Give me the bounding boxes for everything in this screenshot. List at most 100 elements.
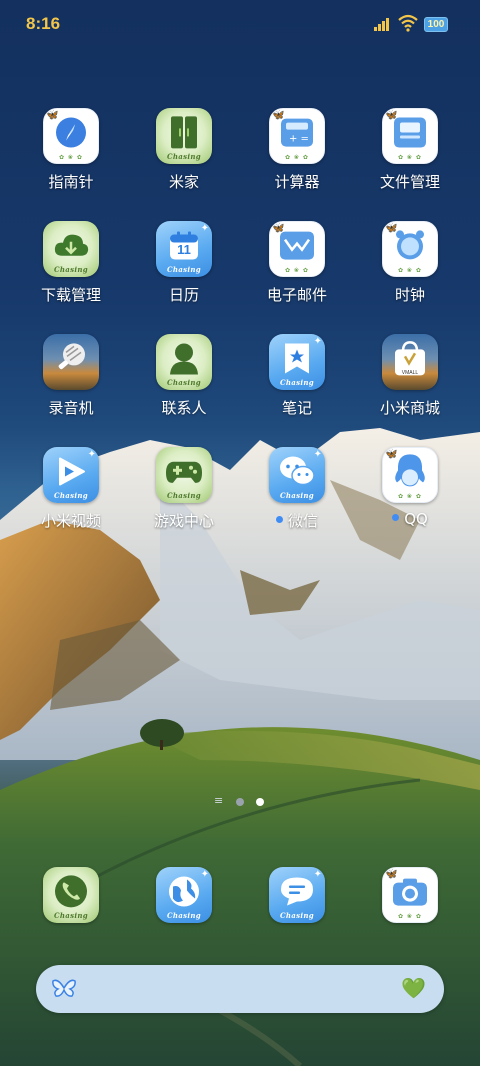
- gamepad-icon: [165, 459, 203, 489]
- chasing-watermark: Chasing: [167, 491, 201, 500]
- app-label-text: 米家: [168, 173, 199, 191]
- app-calendar[interactable]: ✦ 11 Chasing 日历: [129, 221, 239, 305]
- dock-camera[interactable]: 🦋 ✿ ❀ ✿: [355, 867, 465, 923]
- cellular-signal-icon: [374, 18, 389, 31]
- flower-decoration-icon: ✿ ❀ ✿: [398, 913, 422, 920]
- video-play-app-icon[interactable]: ✦ Chasing: [43, 447, 99, 503]
- app-label-text: 计算器: [274, 173, 320, 191]
- flower-decoration-icon: ✿ ❀ ✿: [59, 154, 83, 161]
- app-mijia[interactable]: Chasing 米家: [129, 108, 239, 192]
- app-label-text: 游戏中心: [153, 512, 214, 530]
- chasing-watermark: Chasing: [167, 378, 201, 387]
- app-calculator[interactable]: 🦋 ✿ ❀ ✿ + = 计算器: [242, 108, 352, 192]
- page-dot-1[interactable]: [236, 798, 244, 806]
- app-label: 游戏中心: [129, 510, 239, 531]
- sparkle-icon: ✦: [87, 449, 96, 460]
- app-notes[interactable]: ✦ Chasing 笔记: [242, 334, 352, 418]
- chasing-watermark: Chasing: [280, 911, 314, 920]
- app-label-text: 小米视频: [40, 512, 101, 530]
- notes-app-icon[interactable]: ✦ Chasing: [269, 334, 325, 390]
- app-label: 米家: [129, 171, 239, 192]
- browser-globe-icon: [167, 874, 201, 912]
- app-label: 指南针: [16, 171, 126, 192]
- app-file-manager[interactable]: 🦋 ✿ ❀ ✿ 文件管理: [355, 108, 465, 192]
- app-gamepad[interactable]: Chasing 游戏中心: [129, 447, 239, 531]
- calculator-app-icon[interactable]: 🦋 ✿ ❀ ✿ + =: [269, 108, 325, 164]
- app-alarm-clock[interactable]: 🦋 ✿ ❀ ✿ 时钟: [355, 221, 465, 305]
- app-label-text: 指南针: [48, 173, 94, 191]
- app-label: 计算器: [242, 171, 352, 192]
- search-bar[interactable]: 💚: [36, 965, 444, 1013]
- app-contact-person[interactable]: Chasing 联系人: [129, 334, 239, 418]
- email-app-icon[interactable]: 🦋 ✿ ❀ ✿: [269, 221, 325, 277]
- battery-indicator: 100: [424, 17, 448, 32]
- chasing-watermark: Chasing: [54, 491, 88, 500]
- camera-icon: [392, 877, 428, 911]
- wifi-icon: [398, 14, 418, 32]
- app-label-text: 微信: [287, 512, 318, 530]
- app-qq-penguin[interactable]: 🦋 ✿ ❀ ✿ QQ: [355, 447, 465, 528]
- sparkle-icon: ✦: [313, 336, 322, 347]
- app-label-text: 录音机: [48, 399, 94, 417]
- sparkle-icon: ✦: [200, 223, 209, 234]
- mall-bag-app-icon[interactable]: VMALL: [382, 334, 438, 390]
- app-video-play[interactable]: ✦ Chasing 小米视频: [16, 447, 126, 531]
- app-label-text: 时钟: [394, 286, 425, 304]
- dock-messages[interactable]: ✦ Chasing: [242, 867, 352, 923]
- microphone-app-icon[interactable]: [43, 334, 99, 390]
- contact-person-icon: [169, 341, 199, 379]
- dock-browser-globe[interactable]: ✦ Chasing: [129, 867, 239, 923]
- app-label: 小米商城: [355, 397, 465, 418]
- flower-decoration-icon: ✿ ❀ ✿: [398, 154, 422, 161]
- svg-text:+ =: + =: [289, 134, 309, 145]
- phone-call-app-icon[interactable]: Chasing: [43, 867, 99, 923]
- app-label: 文件管理: [355, 171, 465, 192]
- app-label-text: QQ: [404, 510, 428, 528]
- app-microphone[interactable]: 录音机: [16, 334, 126, 418]
- sparkle-icon: ✦: [200, 869, 209, 880]
- phone-call-icon: [53, 873, 89, 913]
- compass-icon: [54, 115, 88, 153]
- chasing-watermark: Chasing: [54, 911, 88, 920]
- mijia-app-icon[interactable]: Chasing: [156, 108, 212, 164]
- gamepad-app-icon[interactable]: Chasing: [156, 447, 212, 503]
- dock-phone-call[interactable]: Chasing: [16, 867, 126, 923]
- messages-app-icon[interactable]: ✦ Chasing: [269, 867, 325, 923]
- chasing-watermark: Chasing: [280, 491, 314, 500]
- app-label: 录音机: [16, 397, 126, 418]
- wechat-app-icon[interactable]: ✦ Chasing: [269, 447, 325, 503]
- app-wechat[interactable]: ✦ Chasing 微信: [242, 447, 352, 531]
- notes-icon: [282, 341, 312, 379]
- alarm-clock-app-icon[interactable]: 🦋 ✿ ❀ ✿: [382, 221, 438, 277]
- app-download-cloud[interactable]: Chasing 下载管理: [16, 221, 126, 305]
- page-dot-2-active[interactable]: [256, 798, 264, 806]
- file-manager-icon: [393, 117, 427, 153]
- download-cloud-icon: [53, 232, 89, 264]
- app-label-text: 电子邮件: [266, 286, 327, 304]
- page-indicator-menu-icon[interactable]: ≡: [214, 795, 223, 806]
- app-label: 微信: [242, 510, 352, 531]
- browser-globe-app-icon[interactable]: ✦ Chasing: [156, 867, 212, 923]
- file-manager-app-icon[interactable]: 🦋 ✿ ❀ ✿: [382, 108, 438, 164]
- compass-app-icon[interactable]: 🦋 ✿ ❀ ✿: [43, 108, 99, 164]
- app-label: 时钟: [355, 284, 465, 305]
- app-label-text: 联系人: [161, 399, 207, 417]
- download-cloud-app-icon[interactable]: Chasing: [43, 221, 99, 277]
- chasing-watermark: Chasing: [167, 911, 201, 920]
- chasing-watermark: Chasing: [280, 378, 314, 387]
- app-label: 小米视频: [16, 510, 126, 531]
- app-label-text: 日历: [168, 286, 199, 304]
- contact-person-app-icon[interactable]: Chasing: [156, 334, 212, 390]
- app-mall-bag[interactable]: VMALL 小米商城: [355, 334, 465, 418]
- camera-app-icon[interactable]: 🦋 ✿ ❀ ✿: [382, 867, 438, 923]
- app-email[interactable]: 🦋 ✿ ❀ ✿ 电子邮件: [242, 221, 352, 305]
- app-label: 电子邮件: [242, 284, 352, 305]
- wechat-icon: [278, 454, 316, 492]
- qq-penguin-app-icon[interactable]: 🦋 ✿ ❀ ✿: [382, 447, 438, 503]
- app-label-text: 下载管理: [40, 286, 101, 304]
- chasing-watermark: Chasing: [167, 265, 201, 274]
- flower-decoration-icon: ✿ ❀ ✿: [285, 154, 309, 161]
- page-indicator[interactable]: ≡: [0, 795, 480, 809]
- calendar-app-icon[interactable]: ✦ 11 Chasing: [156, 221, 212, 277]
- app-compass[interactable]: 🦋 ✿ ❀ ✿ 指南针: [16, 108, 126, 192]
